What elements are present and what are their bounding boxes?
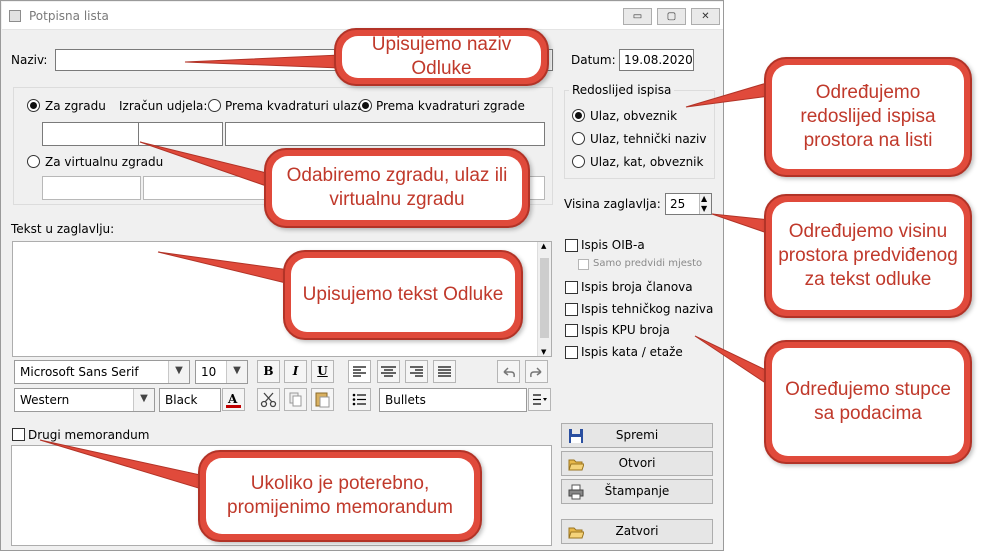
callout-stupci-text: Određujemo stupce sa podacima bbox=[772, 348, 964, 456]
callout-redoslijed-text: Određujemo redoslijed ispisa prostora na… bbox=[772, 65, 964, 169]
callout-memorandum: Ukoliko je poterebno, promijenimo memora… bbox=[198, 450, 482, 542]
callout-tekst: Upisujemo tekst Odluke bbox=[283, 250, 523, 340]
callout-memorandum-text: Ukoliko je poterebno, promijenimo memora… bbox=[206, 458, 474, 534]
callout-zgrada-text: Odabiremo zgradu, ulaz ili virtualnu zgr… bbox=[272, 156, 522, 220]
callout-naziv-text: Upisujemo naziv Odluke bbox=[342, 34, 541, 79]
pointer-naziv bbox=[184, 54, 341, 69]
callout-visina: Određujemo visinu prostora predviđenog z… bbox=[764, 194, 972, 318]
callout-tekst-text: Upisujemo tekst Odluke bbox=[291, 258, 515, 332]
callout-naziv: Upisujemo naziv Odluke bbox=[334, 28, 549, 86]
callout-visina-text: Određujemo visinu prostora predviđenog z… bbox=[772, 202, 964, 310]
pointer-visina bbox=[711, 213, 771, 235]
callout-zgrada: Odabiremo zgradu, ulaz ili virtualnu zgr… bbox=[264, 148, 530, 228]
callout-redoslijed: Određujemo redoslijed ispisa prostora na… bbox=[764, 57, 972, 177]
pointer-stupci bbox=[694, 335, 771, 387]
callout-stupci: Određujemo stupce sa podacima bbox=[764, 340, 972, 464]
pointer-memorandum bbox=[39, 439, 206, 491]
pointer-redoslijed bbox=[685, 81, 771, 108]
pointer-zgrada bbox=[139, 141, 276, 190]
pointer-tekst bbox=[157, 251, 291, 285]
